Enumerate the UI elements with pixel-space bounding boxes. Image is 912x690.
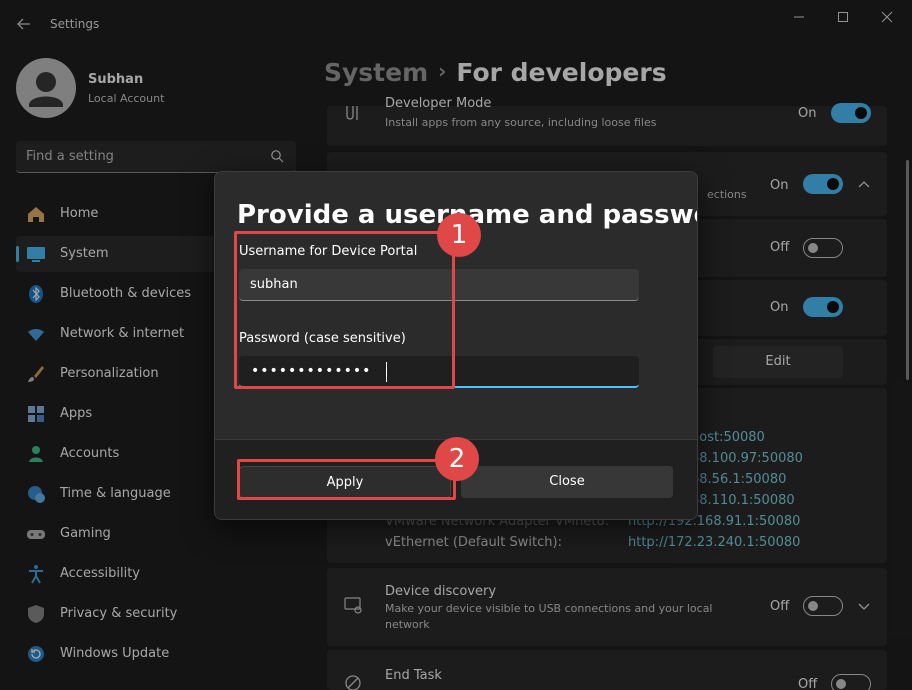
highlight-box-credentials bbox=[234, 231, 455, 389]
step-badge-1: 1 bbox=[437, 213, 481, 257]
highlight-box-apply bbox=[237, 459, 456, 500]
step-badge-2: 2 bbox=[435, 437, 479, 481]
close-button[interactable]: Close bbox=[461, 466, 673, 498]
